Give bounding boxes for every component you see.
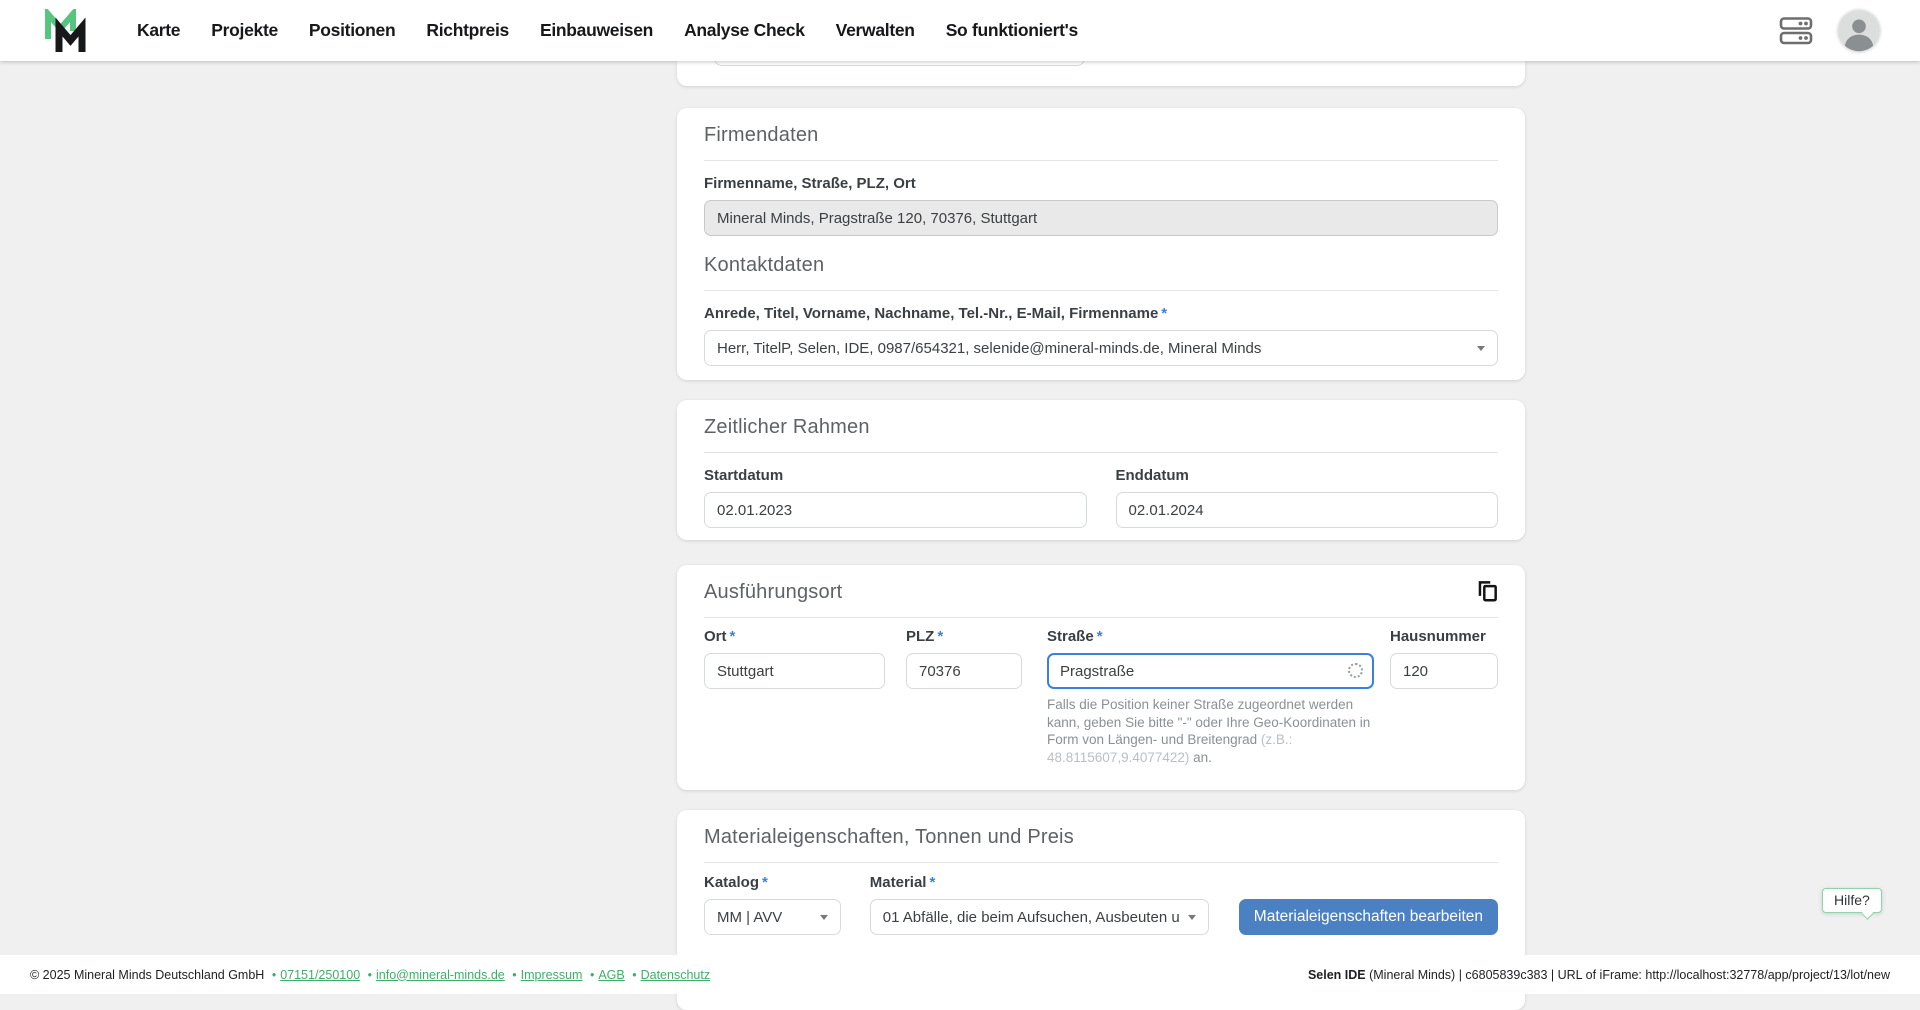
startdatum-label: Startdatum	[704, 467, 784, 484]
footer: © 2025 Mineral Minds Deutschland GmbH • 0…	[0, 955, 1920, 994]
contact-select-value: Herr, TitelP, Selen, IDE, 0987/654321, s…	[717, 339, 1262, 357]
material-select-value: 01 Abfälle, die beim Aufsuchen, Ausbeute…	[882, 908, 1180, 926]
top-navigation-bar: Karte Projekte Positionen Richtpreis Ein…	[0, 0, 1920, 61]
divider	[704, 290, 1498, 291]
divider	[704, 862, 1498, 863]
header-actions	[1779, 0, 1880, 61]
enddatum-input[interactable]	[1115, 492, 1498, 528]
katalog-label: Katalog *	[704, 874, 841, 891]
contact-label-text: Anrede, Titel, Vorname, Nachname, Tel.-N…	[704, 305, 1159, 322]
hint-suffix: an.	[1189, 749, 1212, 765]
company-input	[704, 200, 1498, 236]
edit-material-properties-button[interactable]: Materialeigenschaften bearbeiten	[1238, 899, 1498, 935]
dot-separator: •	[271, 967, 277, 982]
card-partial-top	[677, 30, 1525, 86]
section-title-ausfuehrungsort: Ausführungsort	[704, 581, 843, 603]
hint-text: Falls die Position keiner Straße zugeord…	[1047, 697, 1371, 748]
ort-label-text: Ort	[704, 628, 727, 645]
dot-separator: •	[367, 967, 373, 982]
strasse-label-text: Straße	[1047, 628, 1094, 645]
plz-input[interactable]	[906, 653, 1022, 689]
required-asterisk: *	[937, 628, 944, 645]
copyright-text: © 2025 Mineral Minds Deutschland GmbH	[30, 967, 265, 982]
hausnummer-input[interactable]	[1390, 653, 1498, 689]
chevron-down-icon	[819, 914, 828, 920]
nav-item-einbauweisen[interactable]: Einbauweisen	[540, 20, 653, 41]
dot-separator: •	[632, 967, 637, 982]
mineral-minds-logo-icon[interactable]	[44, 9, 86, 53]
footer-left: © 2025 Mineral Minds Deutschland GmbH • 0…	[30, 968, 710, 982]
card-firmendaten: Firmendaten Firmenname, Straße, PLZ, Ort…	[677, 108, 1525, 380]
footer-link-impressum[interactable]: Impressum	[521, 968, 583, 982]
nav-item-verwalten[interactable]: Verwalten	[836, 20, 915, 41]
material-label: Material *	[870, 874, 1209, 891]
ort-input[interactable]	[704, 653, 885, 689]
card-zeitlicher-rahmen: Zeitlicher Rahmen Startdatum Enddatum	[677, 400, 1525, 540]
help-label: Hilfe?	[1834, 892, 1870, 908]
footer-link-datenschutz[interactable]: Datenschutz	[641, 968, 710, 982]
server-icon[interactable]	[1779, 16, 1813, 46]
katalog-label-text: Katalog	[704, 874, 760, 891]
section-title-kontaktdaten: Kontaktdaten	[704, 254, 825, 276]
footer-link-agb[interactable]: AGB	[598, 968, 624, 982]
dot-separator: •	[512, 967, 517, 982]
required-asterisk: *	[1161, 305, 1168, 322]
divider	[704, 160, 1498, 161]
footer-app-name: Selen IDE	[1307, 967, 1366, 982]
strasse-input[interactable]	[1047, 653, 1374, 689]
plz-label: PLZ *	[906, 628, 1022, 645]
section-title-zeitlicher-rahmen: Zeitlicher Rahmen	[704, 416, 870, 438]
ort-label: Ort *	[704, 628, 885, 645]
contact-label: Anrede, Titel, Vorname, Nachname, Tel.-N…	[704, 305, 1498, 322]
main-nav: Karte Projekte Positionen Richtpreis Ein…	[137, 0, 1078, 61]
strasse-hint: Falls die Position keiner Straße zugeord…	[1047, 696, 1374, 766]
speech-bubble-tail	[1860, 906, 1874, 920]
card-ausfuehrungsort: Ausführungsort Ort* PLZ* Straße*	[677, 565, 1525, 790]
nav-item-karte[interactable]: Karte	[137, 20, 181, 41]
company-label: Firmenname, Straße, PLZ, Ort	[704, 175, 916, 192]
footer-context-text: (Mineral Minds) | c6805839c383 | URL of …	[1365, 967, 1890, 982]
footer-link-phone[interactable]: 07151/250100	[280, 968, 360, 982]
material-label-text: Material	[869, 874, 927, 891]
katalog-select[interactable]: MM | AVV	[704, 899, 841, 935]
user-avatar-icon[interactable]	[1838, 9, 1880, 52]
strasse-label: Straße *	[1047, 628, 1374, 645]
nav-item-analyse-check[interactable]: Analyse Check	[684, 20, 805, 41]
chevron-down-icon	[1187, 914, 1196, 920]
material-select[interactable]: 01 Abfälle, die beim Aufsuchen, Ausbeute…	[869, 899, 1209, 935]
nav-item-positionen[interactable]: Positionen	[309, 20, 396, 41]
section-title-material: Materialeigenschaften, Tonnen und Preis	[704, 826, 1074, 848]
footer-link-email[interactable]: info@mineral-minds.de	[376, 968, 505, 982]
required-asterisk: *	[762, 874, 768, 891]
required-asterisk: *	[929, 874, 936, 891]
loading-spinner-icon	[1348, 663, 1363, 678]
nav-item-projekte[interactable]: Projekte	[211, 20, 278, 41]
required-asterisk: *	[1096, 628, 1103, 645]
hausnummer-label: Hausnummer	[1390, 628, 1486, 645]
section-title-firmendaten: Firmendaten	[704, 124, 819, 146]
nav-item-so-funktionierts[interactable]: So funktioniert's	[946, 20, 1079, 41]
required-asterisk: *	[729, 628, 736, 645]
contact-select[interactable]: Herr, TitelP, Selen, IDE, 0987/654321, s…	[704, 330, 1498, 366]
enddatum-label: Enddatum	[1115, 467, 1189, 484]
nav-item-richtpreis[interactable]: Richtpreis	[426, 20, 509, 41]
footer-right: Selen IDE (Mineral Minds) | c6805839c383…	[1308, 968, 1890, 982]
dot-separator: •	[589, 967, 595, 982]
plz-label-text: PLZ	[906, 628, 935, 645]
chevron-down-icon	[1477, 345, 1485, 351]
help-button[interactable]: Hilfe?	[1822, 888, 1882, 920]
startdatum-input[interactable]	[704, 492, 1087, 528]
copy-icon[interactable]	[1474, 578, 1500, 604]
katalog-select-value: MM | AVV	[717, 908, 783, 926]
